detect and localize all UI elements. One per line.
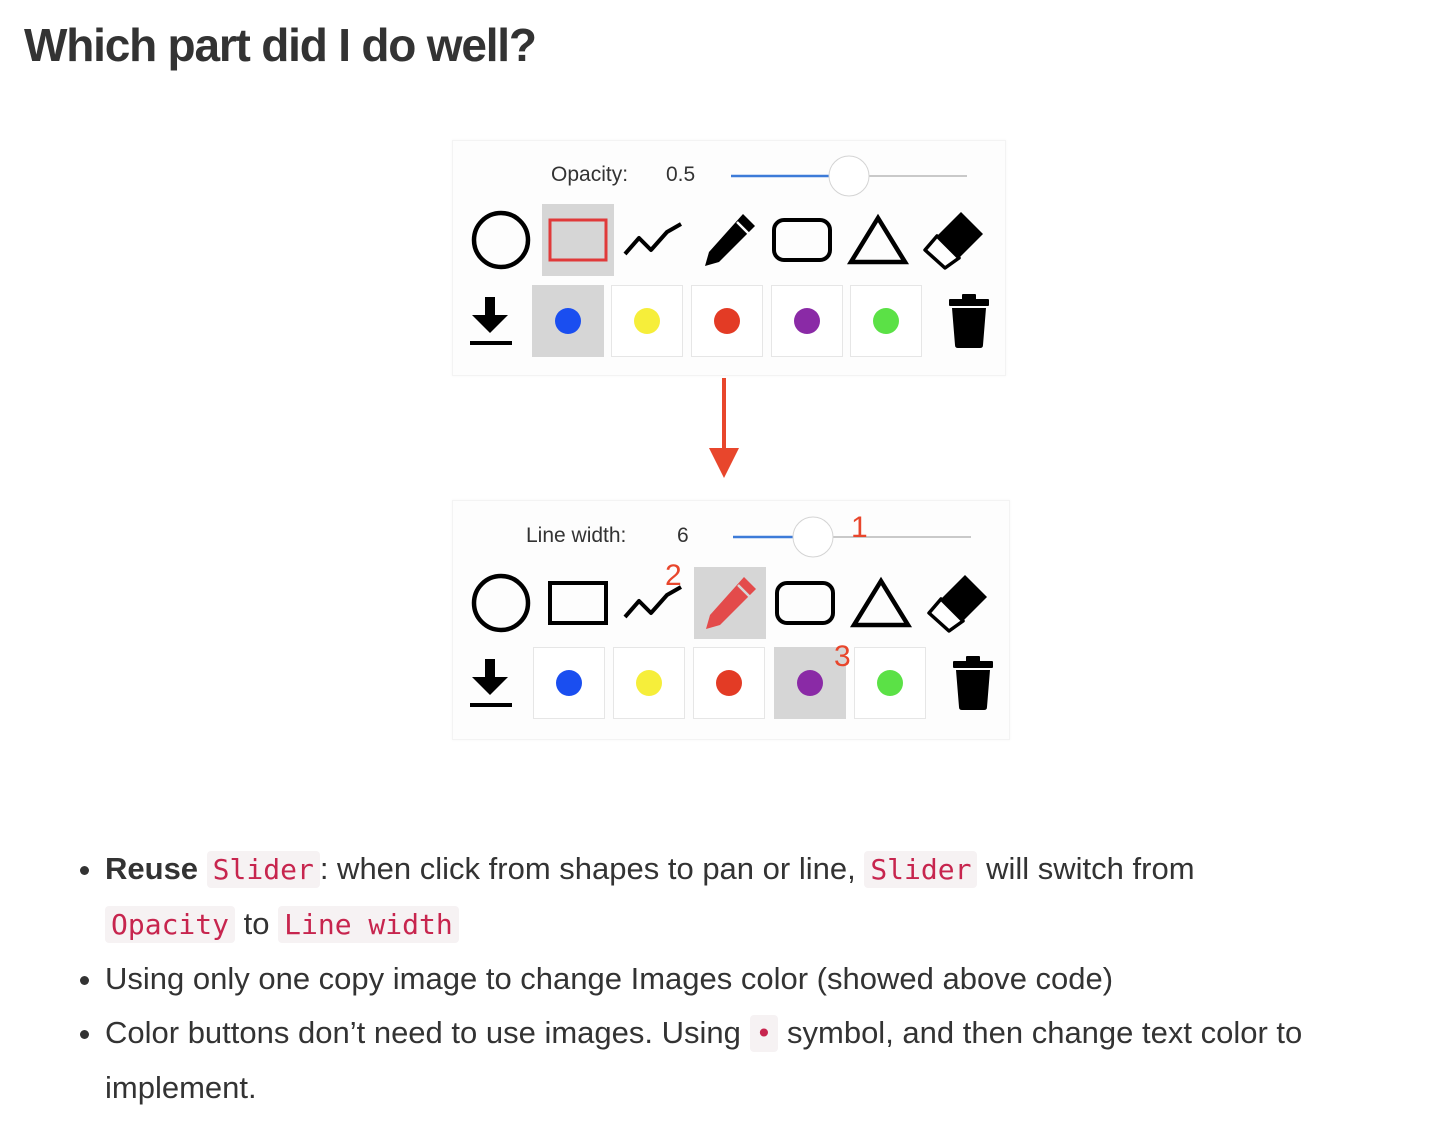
- circle-tool-button[interactable]: [465, 567, 537, 639]
- color-dot: [555, 308, 581, 334]
- drawing-toolbar-line-width: Line width: 6 1 2 3: [452, 500, 1010, 740]
- trash-icon: [953, 656, 993, 710]
- pen-tool-button[interactable]: [694, 567, 766, 639]
- triangle-icon: [849, 576, 913, 628]
- annotation-3: 3: [834, 640, 851, 673]
- rectangle-icon: [548, 218, 608, 262]
- slider-label: Opacity:: [551, 163, 629, 186]
- list-text: will switch from: [986, 851, 1195, 886]
- color-button-green[interactable]: [850, 285, 922, 357]
- color-button-yellow[interactable]: [611, 285, 683, 357]
- list-item: Using only one copy image to change Imag…: [105, 952, 1440, 1006]
- bold-term: Reuse: [105, 851, 199, 886]
- color-dot: [556, 670, 582, 696]
- triangle-tool-button[interactable]: [845, 567, 917, 639]
- circle-tool-button[interactable]: [465, 204, 537, 276]
- annotation-1: 1: [851, 511, 868, 544]
- circle-icon: [471, 210, 531, 270]
- drawing-toolbar-opacity: Opacity: 0.5: [452, 140, 1006, 376]
- color-button-red[interactable]: [691, 285, 763, 357]
- rounded-rectangle-tool-button[interactable]: [766, 204, 838, 276]
- inline-code: Slider: [864, 851, 978, 888]
- color-dot: [873, 308, 899, 334]
- eraser-icon: [923, 212, 983, 270]
- color-dot: [877, 670, 903, 696]
- slider-label: Line width:: [526, 524, 627, 547]
- color-button-red[interactable]: [693, 647, 765, 719]
- triangle-icon: [846, 213, 910, 265]
- delete-button[interactable]: [937, 647, 1009, 719]
- line-icon: [623, 222, 682, 256]
- save-button[interactable]: [455, 647, 527, 719]
- rounded-rectangle-icon: [772, 218, 832, 262]
- inline-code: •: [749, 1015, 779, 1052]
- slider-thumb[interactable]: [828, 155, 870, 197]
- color-button-blue[interactable]: [532, 285, 604, 357]
- color-dot: [636, 670, 662, 696]
- color-dot: [714, 308, 740, 334]
- triangle-tool-button[interactable]: [842, 204, 914, 276]
- slider-value: 0.5: [666, 163, 696, 186]
- slider-thumb[interactable]: [792, 516, 834, 558]
- save-button[interactable]: [455, 285, 527, 357]
- list-text: : when click from shapes to pan or line,: [319, 851, 856, 886]
- down-arrow-icon: [709, 378, 739, 478]
- color-button-green[interactable]: [854, 647, 926, 719]
- delete-button[interactable]: [933, 285, 1005, 357]
- list-item: Color buttons don’t need to use images. …: [105, 1006, 1440, 1115]
- color-dot: [716, 670, 742, 696]
- inline-code: Line width: [278, 906, 459, 943]
- eraser-icon: [927, 575, 987, 633]
- inline-code: Opacity: [105, 906, 236, 943]
- list-text: Color buttons don’t need to use images. …: [105, 1015, 741, 1050]
- trash-icon: [949, 294, 989, 348]
- download-icon: [470, 659, 512, 707]
- list-text: Using only one copy image to change Imag…: [105, 961, 1114, 996]
- inline-code: Slider: [206, 851, 320, 888]
- line-tool-button[interactable]: [617, 204, 689, 276]
- color-dot: [794, 308, 820, 334]
- color-button-purple[interactable]: [771, 285, 843, 357]
- list-item: Reuse Slider: when click from shapes to …: [105, 842, 1440, 952]
- list-text: to: [243, 906, 270, 941]
- pen-tool-button[interactable]: [693, 204, 765, 276]
- circle-icon: [471, 573, 531, 633]
- bullet-list: Reuse Slider: when click from shapes to …: [60, 842, 1440, 1115]
- rectangle-icon: [548, 581, 608, 625]
- pen-icon: [706, 577, 756, 629]
- download-icon: [470, 297, 512, 345]
- color-button-blue[interactable]: [533, 647, 605, 719]
- slider-value: 6: [677, 524, 689, 547]
- pen-icon: [705, 214, 755, 266]
- page-title: Which part did I do well?: [24, 19, 537, 71]
- rectangle-tool-button[interactable]: [542, 567, 614, 639]
- annotation-2: 2: [665, 559, 682, 592]
- eraser-tool-button[interactable]: [917, 204, 989, 276]
- eraser-tool-button[interactable]: [921, 567, 993, 639]
- rectangle-tool-button[interactable]: [542, 204, 614, 276]
- color-dot: [797, 670, 823, 696]
- rounded-rectangle-tool-button[interactable]: [769, 567, 841, 639]
- color-dot: [634, 308, 660, 334]
- rounded-rectangle-icon: [775, 581, 835, 625]
- opacity-slider[interactable]: [731, 155, 971, 197]
- color-button-yellow[interactable]: [613, 647, 685, 719]
